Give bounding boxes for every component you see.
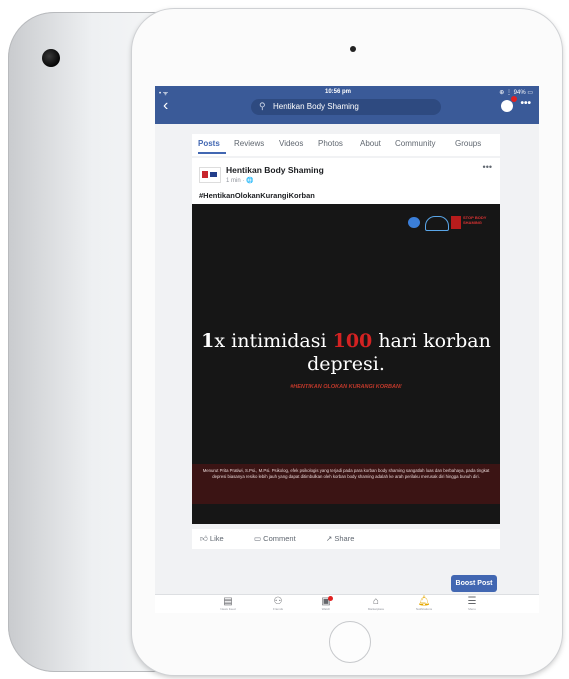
search-bar[interactable]: ⚲ Hentikan Body Shaming xyxy=(251,99,441,115)
nav-watch[interactable]: ▣ Watch xyxy=(311,596,341,611)
active-tab-indicator xyxy=(198,152,226,154)
tab-posts[interactable]: Posts xyxy=(198,139,220,148)
image-subheadline: #HENTIKAN OLOKAN KURANGI KORBAN! xyxy=(290,384,402,390)
image-headline: 1x intimidasi 100 hari korban depresi. xyxy=(201,330,491,375)
like-button[interactable]: 👍︎ Like xyxy=(200,534,224,544)
logo-strip: STOP BODY SHAMING xyxy=(408,214,492,231)
status-time: 10:56 pm xyxy=(325,89,352,95)
page-tabs: Posts Reviews Videos Photos About Commun… xyxy=(192,134,500,156)
nav-notifications[interactable]: 🔔︎ Notifications xyxy=(409,596,439,611)
tab-about[interactable]: About xyxy=(360,139,381,148)
post-timestamp: 1 min · 🌐 xyxy=(226,178,254,184)
tab-videos[interactable]: Videos xyxy=(279,139,303,148)
post-author[interactable]: Hentikan Body Shaming xyxy=(226,165,324,175)
rear-camera xyxy=(42,49,60,67)
messenger-icon[interactable] xyxy=(501,96,517,112)
logo-1 xyxy=(408,217,420,228)
chevron-left-icon[interactable]: ‹ xyxy=(163,98,168,114)
notification-badge xyxy=(328,596,333,601)
front-camera xyxy=(350,46,356,52)
nav-marketplace[interactable]: ⌂ Marketplace xyxy=(361,596,391,611)
marketplace-icon: ⌂ xyxy=(372,596,380,607)
image-caption: Menurut Prita Pratiwi, S.Psi., M.Psi. Ps… xyxy=(202,468,490,480)
watch-icon: ▣ xyxy=(321,596,331,607)
nav-news-feed[interactable]: ▤ News Feed xyxy=(213,596,243,611)
boost-post-button[interactable]: Boost Post xyxy=(451,575,497,592)
comment-button[interactable]: ▭ Comment xyxy=(254,534,296,543)
image-caption-band: Menurut Prita Pratiwi, S.Psi., M.Psi. Ps… xyxy=(192,464,500,504)
post-actions: 👍︎ Like ▭ Comment ↗ Share xyxy=(192,529,500,549)
bell-icon: 🔔︎ xyxy=(417,596,431,607)
avatar[interactable] xyxy=(199,167,221,183)
post-card: Hentikan Body Shaming 1 min · 🌐 ••• #Hen… xyxy=(192,158,500,524)
search-input[interactable]: Hentikan Body Shaming xyxy=(273,102,359,111)
share-button[interactable]: ↗ Share xyxy=(326,534,354,543)
friends-icon: ⚇ xyxy=(273,596,283,607)
news-feed-icon: ▤ xyxy=(223,596,233,607)
logo-3 xyxy=(451,216,461,229)
post-image[interactable]: STOP BODY SHAMING 1x intimidasi 100 hari… xyxy=(192,204,500,524)
post-options-icon[interactable]: ••• xyxy=(483,162,492,172)
screen: • ᯤ 10:56 pm ⊕ ⋮ 94% ▭ ‹ ⚲ Hentikan Body… xyxy=(155,86,539,613)
notification-badge xyxy=(511,96,517,102)
status-right: ⊕ ⋮ 94% ▭ xyxy=(499,90,533,96)
nav-friends[interactable]: ⚇ Friends xyxy=(263,596,293,611)
comment-icon: ▭ xyxy=(254,534,264,543)
tab-reviews[interactable]: Reviews xyxy=(234,139,264,148)
tab-community[interactable]: Community xyxy=(395,139,435,148)
logo-2 xyxy=(425,216,449,231)
post-hashtag[interactable]: #HentikanOlokanKurangiKorban xyxy=(199,191,315,200)
logo-text: STOP BODY SHAMING xyxy=(463,215,487,225)
thumbs-up-icon: 👍︎ xyxy=(200,534,210,543)
search-icon: ⚲ xyxy=(259,101,266,111)
facebook-top-bar: • ᯤ 10:56 pm ⊕ ⋮ 94% ▭ ‹ ⚲ Hentikan Body… xyxy=(155,86,539,124)
more-icon[interactable]: ••• xyxy=(520,98,531,109)
home-button[interactable] xyxy=(329,621,371,663)
bottom-navigation: ▤ News Feed ⚇ Friends ▣ Watch ⌂ Marketpl… xyxy=(155,594,539,613)
status-left: • ᯤ xyxy=(159,91,169,97)
ipad-front-view: • ᯤ 10:56 pm ⊕ ⋮ 94% ▭ ‹ ⚲ Hentikan Body… xyxy=(132,9,562,675)
tab-groups[interactable]: Groups xyxy=(455,139,481,148)
nav-menu[interactable]: ☰ Menu xyxy=(457,596,487,611)
tab-photos[interactable]: Photos xyxy=(318,139,343,148)
menu-icon: ☰ xyxy=(467,596,477,607)
